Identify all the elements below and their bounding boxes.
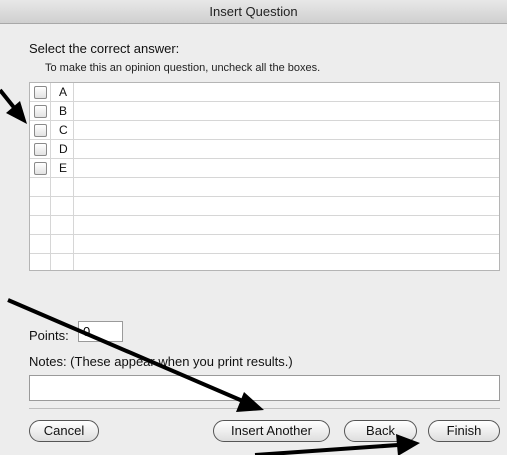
answer-d-letter: D [59,142,68,156]
empty-row [30,197,499,216]
answer-row-c: C [30,121,499,140]
answer-e-letter: E [59,161,68,175]
answer-row-b: B [30,102,499,121]
answer-row-e: E [30,159,499,178]
divider [29,408,500,409]
answer-grid: A B C D E [29,82,500,271]
answer-c-letter: C [59,123,68,137]
answer-b-checkbox[interactable] [34,105,47,118]
empty-row [30,254,499,270]
answer-row-d: D [30,140,499,159]
select-answer-label: Select the correct answer: [29,41,180,56]
answer-d-checkbox[interactable] [34,143,47,156]
cancel-button[interactable]: Cancel [29,420,99,442]
empty-row [30,235,499,254]
answer-b-letter: B [59,104,68,118]
answer-c-checkbox[interactable] [34,124,47,137]
answer-row-a: A [30,83,499,102]
back-button[interactable]: Back [344,420,417,442]
arrow-to-checkboxes-icon [0,88,27,124]
empty-row [30,178,499,197]
notes-label: Notes: (These appear when you print resu… [29,354,293,369]
finish-button[interactable]: Finish [428,420,500,442]
empty-row [30,216,499,235]
window-title: Insert Question [0,0,507,24]
points-label: Points: [29,328,69,343]
answer-e-checkbox[interactable] [34,162,47,175]
notes-field[interactable] [29,375,500,401]
answer-a-checkbox[interactable] [34,86,47,99]
points-input[interactable] [78,321,123,342]
opinion-hint: To make this an opinion question, unchec… [45,62,321,74]
insert-another-button[interactable]: Insert Another [213,420,330,442]
answer-a-letter: A [59,85,68,99]
